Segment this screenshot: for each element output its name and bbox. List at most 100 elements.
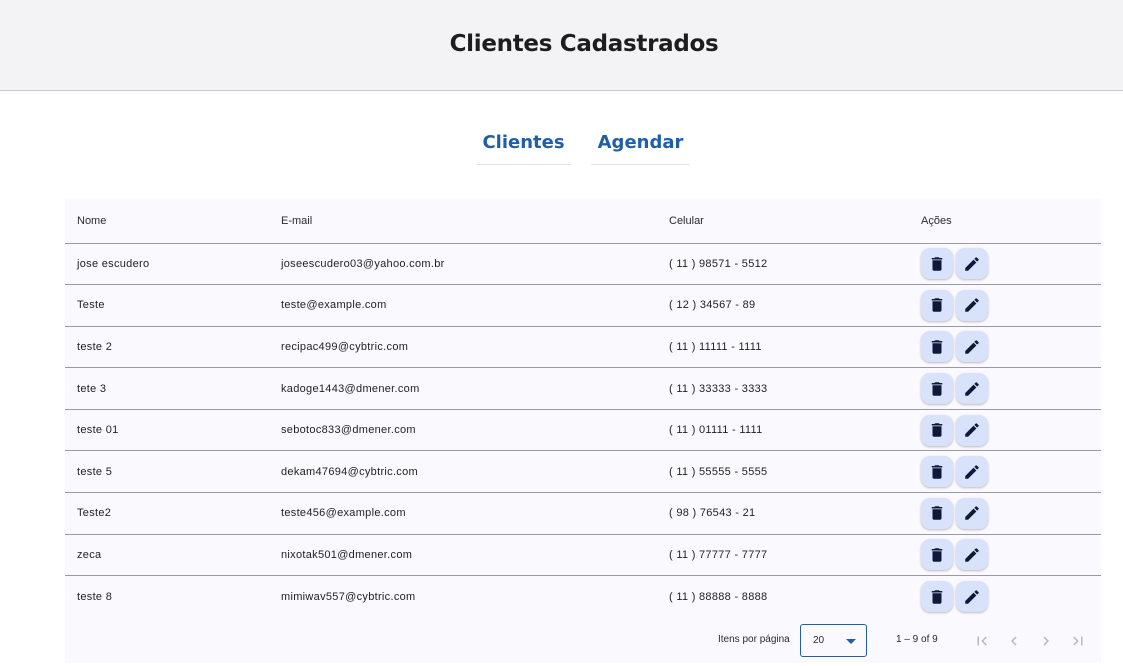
main-nav: Clientes Agendar [0,121,1123,165]
delete-button[interactable] [921,414,953,446]
delete-icon [931,423,943,437]
cell-acoes [909,576,1101,618]
table-row: jose escudero joseescudero03@yahoo.com.br… [65,243,1101,286]
cell-acoes [909,409,1101,452]
delete-icon [931,340,943,354]
row-actions [921,497,1101,529]
items-per-page-label: Itens por página [718,634,790,645]
nav-clientes-link[interactable]: Clientes [476,121,571,165]
cell-celular: ( 11 ) 77777 - 7777 [657,534,909,577]
cell-acoes [909,243,1101,286]
cell-email: recipac499@cybtric.com [269,326,657,369]
page-size-value: 20 [813,635,825,646]
table-row: teste 01 sebotoc833@dmener.com( 11 ) 0111… [65,409,1101,452]
edit-icon [965,298,979,313]
table-row: tete 3 kadoge1443@dmener.com( 11 ) 33333 … [65,367,1101,410]
cell-nome: zeca [65,534,269,577]
edit-button[interactable] [956,414,988,446]
next-page-button[interactable] [1036,631,1056,651]
row-actions [921,581,1101,613]
last-page-button[interactable] [1068,631,1088,651]
cell-nome: teste 2 [65,326,269,369]
delete-button[interactable] [921,331,953,363]
row-actions [921,331,1101,363]
row-actions [921,248,1101,280]
edit-button[interactable] [956,289,988,321]
table-header-row: Nome E-mail Celular Ações [65,199,1101,244]
edit-button[interactable] [956,248,988,280]
cell-email: kadoge1443@dmener.com [269,367,657,410]
clients-table-card: Nome E-mail Celular Ações jose escudero j… [65,199,1101,663]
row-actions [921,414,1101,446]
delete-button[interactable] [921,497,953,529]
edit-button[interactable] [956,539,988,571]
cell-email: dekam47694@cybtric.com [269,450,657,494]
first-page-button[interactable] [972,631,992,651]
cell-nome: tete 3 [65,367,269,410]
cell-email: nixotak501@dmener.com [269,534,657,577]
dropdown-arrow-icon [846,639,856,644]
cell-acoes [909,450,1101,494]
edit-button[interactable] [956,581,988,613]
next-page-icon [1043,636,1049,646]
cell-email: joseescudero03@yahoo.com.br [269,243,657,286]
delete-button[interactable] [921,289,953,321]
delete-button[interactable] [921,581,953,613]
cell-acoes [909,367,1101,410]
cell-celular: ( 98 ) 76543 - 21 [657,492,909,535]
edit-button[interactable] [956,497,988,529]
last-page-icon [1073,636,1083,646]
cell-acoes [909,326,1101,369]
edit-icon [965,548,979,562]
delete-icon [931,381,943,396]
clients-table: Nome E-mail Celular Ações jose escudero j… [65,199,1101,617]
table-row: Teste2 teste456@example.com( 98 ) 76543 -… [65,492,1101,535]
delete-icon [931,298,943,313]
cell-celular: ( 11 ) 88888 - 8888 [669,590,768,603]
edit-button[interactable] [956,331,988,363]
nav-agendar-link[interactable]: Agendar [591,121,690,165]
cell-celular: ( 12 ) 34567 - 89 [657,284,909,327]
cell-nome: teste 01 [65,409,269,452]
page-size-select[interactable]: 20 [800,624,867,657]
edit-icon [965,506,979,521]
cell-celular: ( 11 ) 11111 - 1111 [657,326,909,369]
edit-button[interactable] [956,373,988,405]
column-header-nome: Nome [65,199,269,244]
column-header-email: E-mail [269,199,657,244]
cell-acoes [909,492,1101,535]
table-row: teste 2 recipac499@cybtric.com( 11 ) 1111… [65,326,1101,369]
table-row: teste 8 mimiwav557@cybtric.com ( 11 ) 8888… [65,576,1101,618]
edit-icon [965,590,979,604]
cell-email: teste@example.com [269,284,657,327]
page-range-label: 1 – 9 of 9 [896,634,938,645]
cell-acoes [909,284,1101,327]
delete-icon [931,257,943,271]
cell-nome: teste 5 [65,450,269,494]
delete-button[interactable] [921,248,953,280]
delete-button[interactable] [921,373,953,405]
edit-button[interactable] [956,456,988,488]
row-actions [921,289,1101,321]
cell-email: teste456@example.com [269,492,657,535]
table-row: Teste teste@example.com( 12 ) 34567 - 89 [65,284,1101,327]
edit-icon [965,257,979,271]
delete-button[interactable] [921,539,953,571]
previous-page-button[interactable] [1004,631,1024,651]
cell-nome: Teste [65,284,269,327]
table-row: zeca nixotak501@dmener.com( 11 ) 77777 - … [65,534,1101,577]
cell-nome: jose escudero [65,243,269,286]
row-actions [921,539,1101,571]
cell-celular: ( 11 ) 55555 - 5555 [657,450,909,494]
column-header-acoes: Ações [909,199,1101,244]
paginator: Itens por página 20 1 – 9 of 9 [65,619,1101,663]
delete-icon [931,465,943,479]
delete-icon [931,548,943,562]
page-title: Clientes Cadastrados [449,31,719,57]
cell-email: sebotoc833@dmener.com [269,409,657,452]
first-page-icon [977,636,987,646]
cell-nome: teste 8 [77,590,113,603]
delete-button[interactable] [921,456,953,488]
row-actions [921,373,1101,405]
previous-page-icon [1011,636,1017,646]
